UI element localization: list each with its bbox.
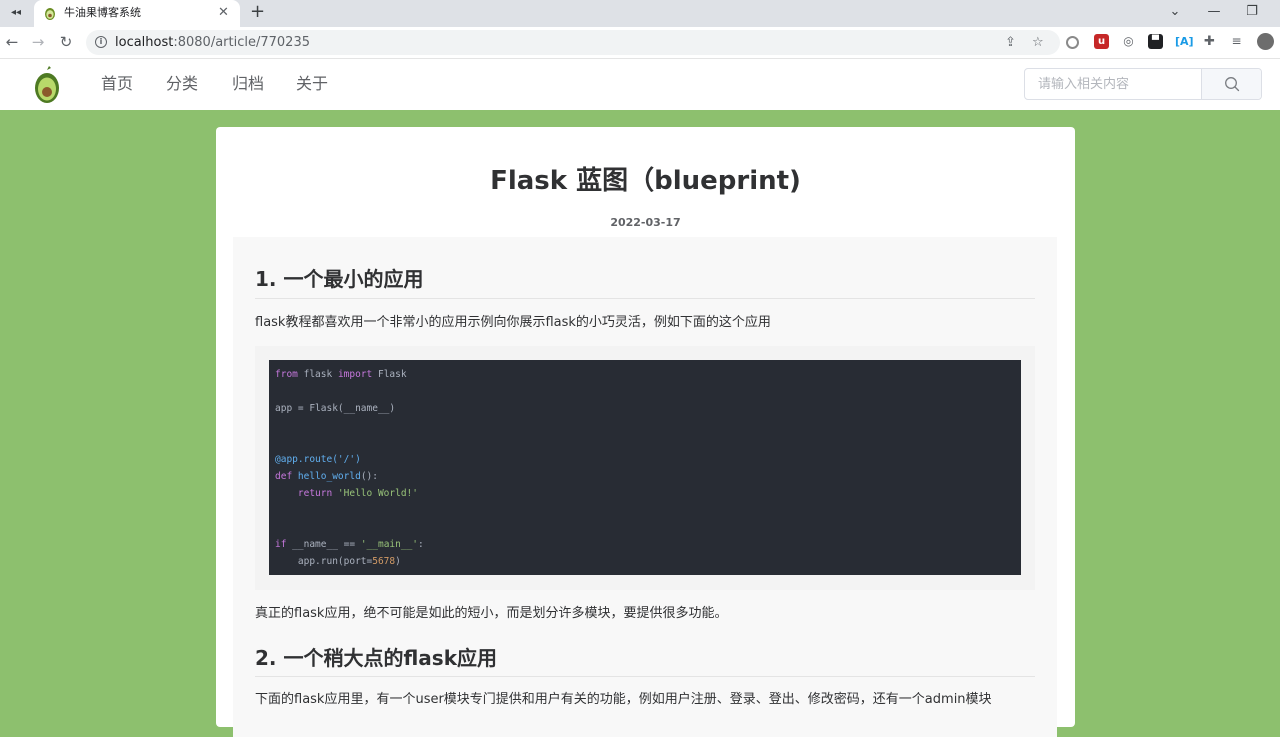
nav-category[interactable]: 分类	[166, 74, 198, 94]
extension-box-icon[interactable]: ▀	[1148, 34, 1163, 49]
heading-divider	[255, 676, 1035, 677]
url-text[interactable]: localhost:8080/article/770235	[115, 35, 310, 50]
code-line: def hello_world():	[275, 471, 378, 482]
restore-button[interactable]: ❐	[1238, 3, 1266, 21]
section1-after-paragraph: 真正的flask应用，绝不可能是如此的短小，而是划分许多模块，要提供很多功能。	[255, 606, 728, 621]
avocado-logo-icon[interactable]	[32, 66, 62, 104]
section1-paragraph: flask教程都喜欢用一个非常小的应用示例向你展示flask的小巧灵活，例如下面…	[255, 315, 771, 330]
browser-tab-active[interactable]: 牛油果博客系统 ✕	[34, 0, 240, 27]
code-line: app.run(port=5678)	[275, 556, 401, 567]
section-heading-1: 1. 一个最小的应用	[255, 267, 424, 291]
forward-arrow-icon[interactable]: →	[28, 32, 48, 52]
extension-eye-icon[interactable]: ◎	[1121, 34, 1136, 49]
bookmark-star-icon[interactable]: ☆	[1032, 34, 1044, 51]
heading-divider	[255, 298, 1035, 299]
site-info-icon[interactable]: i	[95, 36, 107, 48]
article-card: Flask 蓝图（blueprint) 2022-03-17 1. 一个最小的应…	[216, 127, 1075, 737]
extensions-puzzle-icon[interactable]: ✚	[1202, 34, 1217, 49]
translate-extension-icon[interactable]: [A]	[1175, 34, 1194, 49]
reading-list-icon[interactable]: ≡	[1229, 34, 1244, 49]
browser-toolbar: ← → ↻ i localhost:8080/article/770235 ⇪ …	[0, 27, 1280, 59]
tab-close-icon[interactable]: ✕	[218, 5, 229, 21]
nav-about[interactable]: 关于	[296, 74, 328, 94]
nav-archive[interactable]: 归档	[232, 74, 264, 94]
search-input[interactable]	[1025, 69, 1201, 99]
avocado-favicon-icon	[45, 8, 55, 20]
nav-home[interactable]: 首页	[101, 74, 133, 94]
search-button[interactable]	[1201, 69, 1261, 99]
search-icon	[1225, 77, 1240, 92]
article-date: 2022-03-17	[610, 216, 681, 229]
profile-avatar[interactable]	[1257, 33, 1274, 50]
share-icon[interactable]: ⇪	[1005, 34, 1016, 51]
tab-search-icon[interactable]: ◂◂	[6, 4, 26, 22]
ublock-icon[interactable]: u	[1094, 34, 1109, 49]
code-line: @app.route('/')	[275, 454, 361, 465]
article-title: Flask 蓝图（blueprint)	[490, 166, 801, 196]
article-content: 1. 一个最小的应用 flask教程都喜欢用一个非常小的应用示例向你展示flas…	[233, 237, 1057, 737]
search-box	[1024, 68, 1262, 100]
minimize-button[interactable]: —	[1200, 3, 1228, 21]
new-tab-button[interactable]: +	[250, 2, 265, 22]
site-header: 首页 分类 归档 关于	[0, 59, 1280, 110]
code-block: from flask import Flask app = Flask(__na…	[269, 360, 1021, 575]
code-line: return 'Hello World!'	[275, 488, 418, 499]
tab-list-chevron-icon[interactable]: ⌄	[1161, 3, 1189, 21]
code-line: app = Flask(__name__)	[275, 403, 396, 414]
extension-circle-icon[interactable]	[1066, 36, 1079, 49]
code-line: from flask import Flask	[275, 369, 407, 380]
address-bar[interactable]: i localhost:8080/article/770235 ⇪ ☆	[86, 30, 1060, 55]
tab-title: 牛油果博客系统	[64, 6, 141, 19]
browser-tabstrip: ◂◂ 牛油果博客系统 ✕ + ⌄ — ❐	[0, 0, 1280, 27]
section2-paragraph: 下面的flask应用里，有一个user模块专门提供和用户有关的功能，例如用户注册…	[255, 692, 992, 707]
code-block-container: from flask import Flask app = Flask(__na…	[255, 346, 1035, 590]
reload-icon[interactable]: ↻	[56, 32, 76, 52]
section-heading-2: 2. 一个稍大点的flask应用	[255, 646, 498, 670]
back-arrow-icon[interactable]: ←	[2, 32, 22, 52]
code-line: if __name__ == '__main__':	[275, 539, 424, 550]
